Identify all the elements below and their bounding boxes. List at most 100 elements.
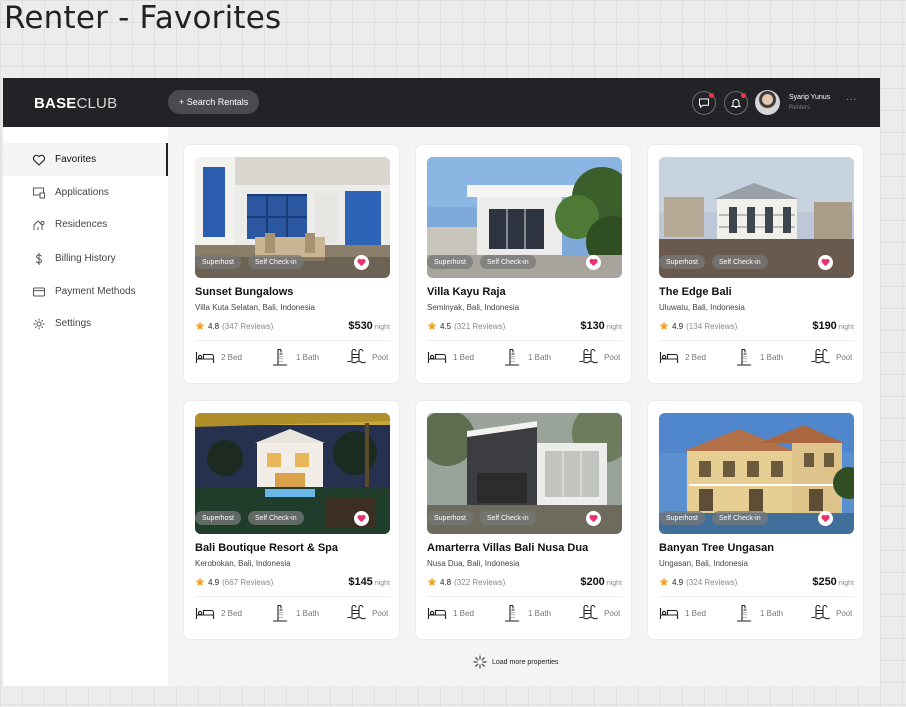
rating-value: 4.5 xyxy=(440,321,452,331)
star-icon xyxy=(195,577,205,586)
residences-icon xyxy=(33,219,45,230)
favorite-heart-icon[interactable] xyxy=(818,255,833,270)
sidebar: Favorites Applications Residences Billin… xyxy=(3,127,168,686)
review-count: (322 Reviews) xyxy=(454,577,506,587)
pool-label: Pool xyxy=(836,352,853,362)
rating-value: 4.8 xyxy=(440,577,452,587)
review-count: (134 Reviews) xyxy=(686,321,738,331)
property-name[interactable]: Bali Boutique Resort & Spa xyxy=(195,542,338,554)
beds-label: 1 Bed xyxy=(685,608,706,618)
property-price: $200 night xyxy=(580,576,622,588)
sidebar-item-settings[interactable]: Settings xyxy=(3,307,168,340)
self-checkin-tag: Self Check-in xyxy=(712,511,768,525)
property-card[interactable]: Superhost Self Check-in Villa Kayu Raja … xyxy=(416,145,631,383)
favorite-heart-icon[interactable] xyxy=(586,511,601,526)
beds-amenity: 2 Bed xyxy=(195,604,242,622)
pool-icon xyxy=(811,604,830,620)
baths-amenity: 1 Bath xyxy=(734,348,783,366)
search-rentals-label: + Search Rentals xyxy=(179,97,249,107)
self-checkin-tag: Self Check-in xyxy=(248,255,304,269)
sidebar-item-applications[interactable]: Applications xyxy=(3,176,168,209)
gear-icon xyxy=(33,318,45,329)
baths-label: 1 Bath xyxy=(296,352,320,362)
favorite-heart-icon[interactable] xyxy=(818,511,833,526)
avatar[interactable] xyxy=(755,90,780,115)
price-value: $530 xyxy=(348,320,373,332)
property-card[interactable]: Superhost Self Check-in Amarterra Villas… xyxy=(416,401,631,639)
sidebar-item-label: Billing History xyxy=(55,253,116,264)
review-count: (667 Reviews) xyxy=(222,577,274,587)
bed-icon xyxy=(195,352,215,363)
property-price: $190 night xyxy=(812,320,854,332)
property-rating: 4.5 (321 Reviews) xyxy=(427,321,505,331)
price-unit: night xyxy=(606,324,622,331)
sidebar-item-label: Settings xyxy=(55,318,92,329)
notifications-badge xyxy=(741,93,746,98)
beds-amenity: 2 Bed xyxy=(659,348,706,366)
superhost-tag: Superhost xyxy=(195,511,241,525)
beds-label: 1 Bed xyxy=(453,608,474,618)
star-icon xyxy=(659,321,669,330)
price-unit: night xyxy=(374,580,390,587)
beds-label: 1 Bed xyxy=(453,352,474,362)
card-icon xyxy=(33,287,45,296)
page-title: Renter - Favorites xyxy=(4,0,282,36)
baths-amenity: 1 Bath xyxy=(734,604,783,622)
superhost-tag: Superhost xyxy=(659,511,705,525)
price-value: $250 xyxy=(812,576,837,588)
divider xyxy=(195,596,390,597)
rating-value: 4.9 xyxy=(672,321,684,331)
search-rentals-button[interactable]: + Search Rentals xyxy=(168,90,260,114)
rating-value: 4.9 xyxy=(672,577,684,587)
property-name[interactable]: Banyan Tree Ungasan xyxy=(659,542,774,554)
load-more-label: Load more properties xyxy=(492,658,559,666)
pool-icon xyxy=(347,348,366,364)
divider xyxy=(659,596,854,597)
property-name[interactable]: Villa Kayu Raja xyxy=(427,286,506,298)
baths-label: 1 Bath xyxy=(760,608,784,618)
sidebar-item-billing-history[interactable]: Billing History xyxy=(3,242,168,275)
price-value: $190 xyxy=(812,320,837,332)
dollar-icon xyxy=(35,252,43,265)
property-name[interactable]: The Edge Bali xyxy=(659,286,732,298)
beds-label: 2 Bed xyxy=(221,352,242,362)
sidebar-item-residences[interactable]: Residences xyxy=(3,208,168,241)
superhost-tag: Superhost xyxy=(427,511,473,525)
messages-button[interactable] xyxy=(692,91,716,115)
sidebar-item-payment-methods[interactable]: Payment Methods xyxy=(3,275,168,308)
notifications-button[interactable] xyxy=(724,91,748,115)
property-card[interactable]: Superhost Self Check-in Banyan Tree Unga… xyxy=(648,401,863,639)
load-more-button[interactable]: Load more properties xyxy=(473,655,559,669)
price-value: $145 xyxy=(348,576,373,588)
pool-label: Pool xyxy=(604,608,621,618)
pool-amenity: Pool xyxy=(578,604,620,622)
logo[interactable]: BASECLUB xyxy=(34,95,117,112)
pool-icon xyxy=(811,348,830,364)
pool-amenity: Pool xyxy=(810,604,852,622)
beds-label: 2 Bed xyxy=(685,352,706,362)
property-name[interactable]: Sunset Bungalows xyxy=(195,286,293,298)
property-rating: 4.9 (667 Reviews) xyxy=(195,577,273,587)
sidebar-item-favorites[interactable]: Favorites xyxy=(3,143,168,176)
bed-icon xyxy=(195,608,215,619)
divider xyxy=(427,596,622,597)
property-name[interactable]: Amarterra Villas Bali Nusa Dua xyxy=(427,542,588,554)
property-rating: 4.8 (347 Reviews) xyxy=(195,321,273,331)
more-menu-icon[interactable]: ... xyxy=(846,92,857,103)
bell-icon xyxy=(730,99,742,108)
shower-icon xyxy=(505,348,519,366)
divider xyxy=(427,340,622,341)
review-count: (347 Reviews) xyxy=(222,321,274,331)
property-card[interactable]: Superhost Self Check-in Sunset Bungalows… xyxy=(184,145,399,383)
favorite-heart-icon[interactable] xyxy=(354,255,369,270)
sidebar-item-label: Applications xyxy=(55,187,109,198)
favorite-heart-icon[interactable] xyxy=(586,255,601,270)
pool-label: Pool xyxy=(372,608,389,618)
favorite-heart-icon[interactable] xyxy=(354,511,369,526)
heart-icon xyxy=(32,154,46,166)
property-card[interactable]: Superhost Self Check-in Bali Boutique Re… xyxy=(184,401,399,639)
property-card[interactable]: Superhost Self Check-in The Edge Bali Ul… xyxy=(648,145,863,383)
price-unit: night xyxy=(838,580,854,587)
self-checkin-tag: Self Check-in xyxy=(248,511,304,525)
price-value: $130 xyxy=(580,320,605,332)
